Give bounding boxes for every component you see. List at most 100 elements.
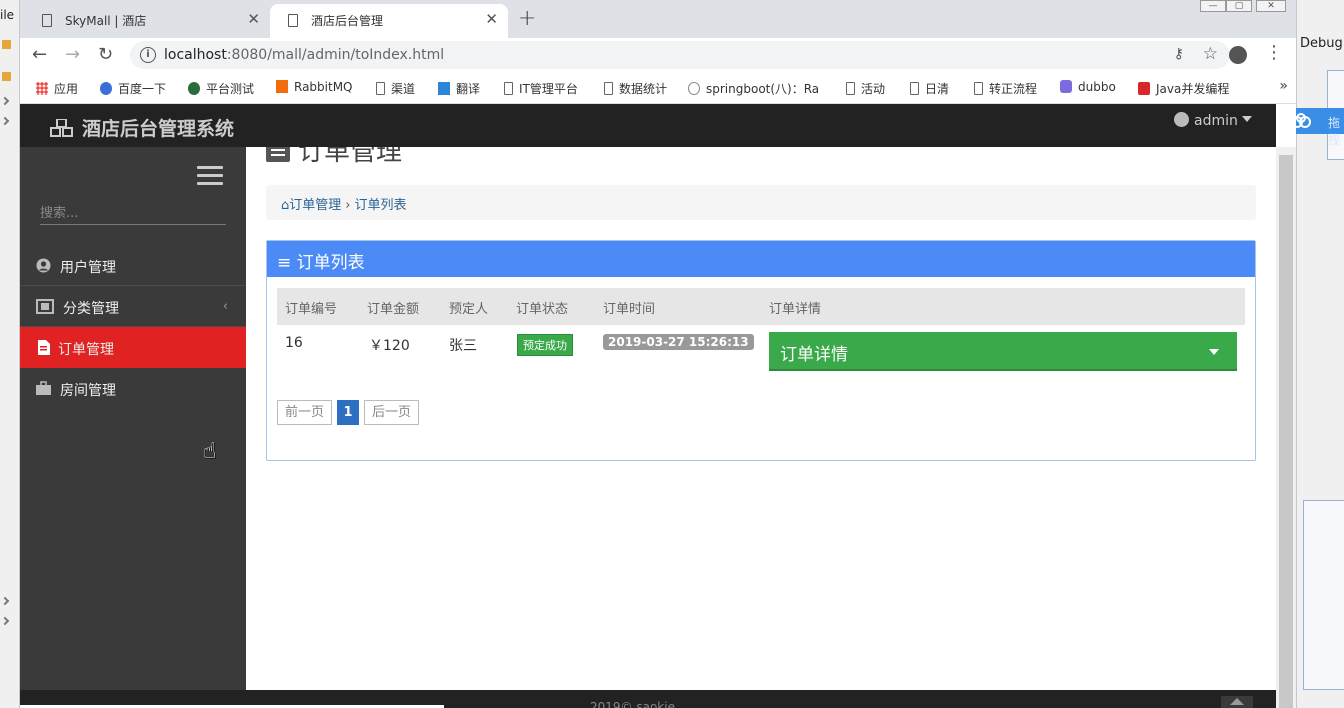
sidebar-search-input[interactable] [40, 203, 226, 225]
next-page-button[interactable]: 后一页 [364, 400, 419, 425]
tab-bar: SkyMall | 酒店 ✕ 酒店后台管理 ✕ + — ▢ ✕ [20, 0, 1296, 38]
bookmark-item[interactable]: dubbo [1060, 80, 1116, 94]
brand-title: 酒店后台管理系统 [82, 118, 235, 140]
bookmark-item[interactable]: 数据统计 [604, 80, 667, 97]
bookmark-item[interactable]: 转正流程 [974, 80, 1037, 97]
caret-down-icon [1241, 116, 1252, 122]
sidebar-item-categories[interactable]: 分类管理 ‹ [20, 286, 246, 327]
column-header: 订单时间 [603, 302, 656, 317]
scrollbar-thumb[interactable] [1279, 155, 1293, 708]
site-info-icon[interactable]: i [140, 47, 156, 63]
sidebar-item-rooms[interactable]: 房间管理 [20, 368, 246, 409]
browser-menu-icon[interactable]: ⋮ [1265, 44, 1283, 62]
ide-folder-icon [2, 72, 11, 81]
hamburger-menu-icon[interactable] [197, 166, 223, 186]
bookmark-item[interactable]: 日清 [910, 80, 949, 97]
brand[interactable]: 酒店后台管理系统 [50, 114, 234, 141]
top-navbar: 酒店后台管理系统 admin [20, 104, 1276, 147]
close-tab-icon[interactable]: ✕ [247, 10, 260, 28]
bookmark-item[interactable]: springboot(八)：Ra [688, 80, 819, 97]
ide-left-panel: ile [0, 0, 20, 708]
sidebar-item-label: 分类管理 [63, 301, 119, 317]
bookmark-item[interactable]: 应用 [36, 80, 78, 97]
bookmark-star-icon[interactable]: ☆ [1203, 44, 1218, 64]
sidebar-item-label: 订单管理 [58, 342, 114, 358]
ide-left-label: ile [0, 8, 15, 22]
ide-tree-expand-icon[interactable] [0, 116, 10, 126]
forward-icon[interactable]: → [65, 44, 80, 65]
order-detail-dropdown-button[interactable]: 订单详情 [769, 332, 1237, 371]
apps-grid-icon [36, 82, 48, 95]
page-icon [910, 82, 919, 95]
order-amount: ￥120 [369, 338, 410, 354]
detail-button-label: 订单详情 [780, 345, 848, 365]
address-bar[interactable]: i localhost:8080/mall/admin/toIndex.html… [130, 41, 1230, 69]
bookmark-item[interactable]: IT管理平台 [504, 80, 578, 97]
site-icon [188, 82, 200, 95]
page-icon [376, 82, 385, 95]
user-avatar-icon [1174, 112, 1189, 127]
hand-cursor-icon: ☝ [203, 439, 217, 464]
page-icon [604, 82, 613, 95]
list-icon [266, 147, 290, 162]
page-icon [974, 82, 983, 95]
close-tab-icon[interactable]: ✕ [485, 10, 498, 28]
page-scrollbar[interactable] [1276, 147, 1296, 708]
ide-tree-expand-icon[interactable] [0, 96, 10, 106]
ide-scroll-panel [1303, 500, 1344, 690]
back-to-top-icon[interactable] [1221, 696, 1253, 708]
ide-tree-expand-icon[interactable] [0, 616, 10, 626]
url-text[interactable]: localhost:8080/mall/admin/toIndex.html [164, 47, 444, 63]
breadcrumb: ⌂订单管理 › 订单列表 [266, 185, 1256, 220]
reload-icon[interactable]: ↻ [98, 44, 113, 65]
close-window-icon[interactable]: ✕ [1256, 0, 1286, 12]
footer-text: 2019© saokie [590, 700, 675, 708]
prev-page-button[interactable]: 前一页 [277, 400, 332, 425]
maximize-window-icon[interactable]: ▢ [1226, 0, 1252, 12]
breadcrumb-link[interactable]: 订单管理 [289, 198, 341, 213]
page-number-button[interactable]: 1 [337, 400, 359, 425]
bookmark-item[interactable]: 渠道 [376, 80, 415, 97]
breadcrumb-current[interactable]: 订单列表 [354, 198, 406, 213]
bookmark-item[interactable]: 翻译 [438, 80, 480, 97]
tab-title: 酒店后台管理 [311, 14, 384, 28]
breadcrumb-separator: › [345, 198, 351, 213]
user-circle-icon [36, 258, 51, 273]
cubes-logo-icon [50, 119, 73, 137]
account-icon[interactable] [1229, 46, 1247, 64]
page-footer: 2019© saokie [20, 690, 1276, 708]
bookmark-item[interactable]: Java并发编程 [1138, 80, 1229, 97]
caret-down-icon [1209, 349, 1219, 355]
ide-folder-icon [2, 40, 11, 49]
user-dropdown[interactable]: admin [1174, 112, 1252, 129]
sidebar-item-label: 用户管理 [60, 260, 116, 276]
time-badge: 2019-03-27 15:26:13 [603, 334, 754, 350]
bookmark-item[interactable]: 平台测试 [188, 80, 254, 97]
column-header: 预定人 [449, 302, 489, 317]
table-header: 订单编号 订单金额 预定人 订单状态 订单时间 订单详情 [277, 288, 1245, 325]
sidebar-item-users[interactable]: 用户管理 [20, 245, 246, 286]
browser-tab-skymall[interactable]: SkyMall | 酒店 ✕ [24, 4, 270, 38]
translate-icon [438, 82, 450, 95]
baidu-tab-label: 拖拽 [1328, 116, 1341, 147]
browser-tab-admin[interactable]: 酒店后台管理 ✕ [270, 4, 508, 38]
new-tab-icon[interactable]: + [518, 6, 536, 31]
page-icon [42, 14, 52, 27]
back-icon[interactable]: ← [32, 44, 47, 65]
column-header: 订单编号 [285, 302, 338, 317]
sidebar-item-orders[interactable]: 订单管理 [20, 327, 246, 368]
bookmark-item[interactable]: 活动 [846, 80, 885, 97]
ide-debug-label[interactable]: Debug [1300, 36, 1343, 51]
column-header: 订单状态 [516, 302, 569, 317]
more-bookmarks-icon[interactable]: » [1279, 78, 1288, 94]
key-icon[interactable]: ⚷ [1174, 46, 1184, 62]
ide-tree-expand-icon[interactable] [0, 596, 10, 606]
bookmark-item[interactable]: 百度一下 [100, 80, 166, 97]
column-header: 订单详情 [769, 302, 822, 317]
chevron-left-icon: ‹ [222, 299, 228, 314]
column-header: 订单金额 [367, 302, 420, 317]
browser-window: SkyMall | 酒店 ✕ 酒店后台管理 ✕ + — ▢ ✕ ← → ↻ i … [20, 0, 1296, 708]
minimize-window-icon[interactable]: — [1200, 0, 1226, 12]
bookmark-item[interactable]: RabbitMQ [276, 80, 353, 94]
panel-title: ≡ 订单列表 [277, 253, 365, 273]
